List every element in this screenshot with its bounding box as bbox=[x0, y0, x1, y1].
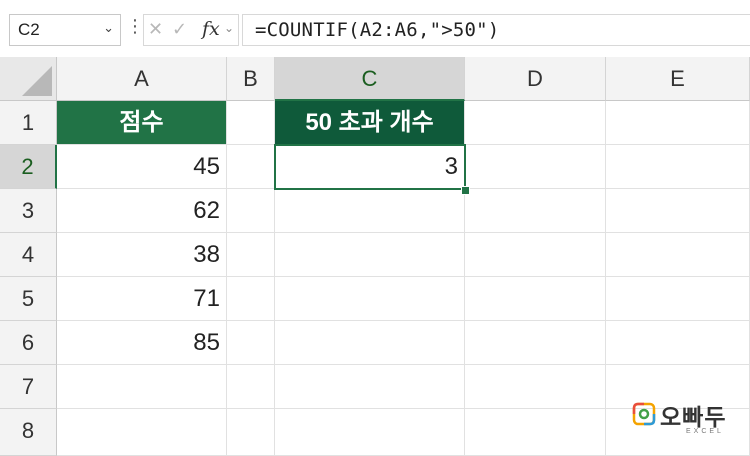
cell-a3[interactable]: 62 bbox=[57, 189, 227, 233]
cell-d7[interactable] bbox=[465, 365, 606, 409]
cell-a7[interactable] bbox=[57, 365, 227, 409]
name-box[interactable]: C2 ⌄ bbox=[9, 14, 121, 46]
insert-function-button[interactable]: fx bbox=[202, 18, 220, 40]
cell-e5[interactable] bbox=[606, 277, 750, 321]
cell-c6[interactable] bbox=[275, 321, 465, 365]
row-header-4[interactable]: 4 bbox=[0, 233, 57, 277]
formula-actions: ✕ ✓ fx ⌄ bbox=[143, 14, 239, 46]
brand-logo-icon bbox=[632, 402, 656, 426]
cell-d5[interactable] bbox=[465, 277, 606, 321]
column-header-d[interactable]: D bbox=[465, 57, 606, 101]
row-header-6[interactable]: 6 bbox=[0, 321, 57, 365]
row-header-5[interactable]: 5 bbox=[0, 277, 57, 321]
chevron-down-icon[interactable]: ⌄ bbox=[103, 21, 114, 36]
cancel-icon[interactable]: ✕ bbox=[148, 19, 163, 40]
select-all-icon bbox=[22, 66, 52, 96]
cell-e3[interactable] bbox=[606, 189, 750, 233]
cell-b2[interactable] bbox=[227, 145, 275, 189]
chevron-down-icon[interactable]: ⌄ bbox=[224, 21, 234, 35]
cell-e2[interactable] bbox=[606, 145, 750, 189]
cell-d6[interactable] bbox=[465, 321, 606, 365]
column-header-b[interactable]: B bbox=[227, 57, 275, 101]
cell-c5[interactable] bbox=[275, 277, 465, 321]
row-header-2[interactable]: 2 bbox=[0, 145, 57, 189]
cell-e1[interactable] bbox=[606, 101, 750, 145]
cell-d8[interactable] bbox=[465, 409, 606, 456]
cell-b6[interactable] bbox=[227, 321, 275, 365]
fill-handle[interactable] bbox=[461, 186, 470, 195]
cell-b8[interactable] bbox=[227, 409, 275, 456]
row-header-8[interactable]: 8 bbox=[0, 409, 57, 456]
cell-a5[interactable]: 71 bbox=[57, 277, 227, 321]
spreadsheet-grid: A B C D E 1 2 3 4 5 6 7 8 점수 50 초과 개수 45… bbox=[0, 57, 750, 456]
cell-b5[interactable] bbox=[227, 277, 275, 321]
name-box-value: C2 bbox=[18, 20, 40, 39]
cell-a8[interactable] bbox=[57, 409, 227, 456]
cell-b7[interactable] bbox=[227, 365, 275, 409]
cell-c3[interactable] bbox=[275, 189, 465, 233]
cell-a4[interactable]: 38 bbox=[57, 233, 227, 277]
brand-logo: 오빠두 EXCEL bbox=[632, 398, 742, 442]
row-header-1[interactable]: 1 bbox=[0, 101, 57, 145]
cell-a6[interactable]: 85 bbox=[57, 321, 227, 365]
formula-text: =COUNTIF(A2:A6,">50") bbox=[255, 19, 500, 41]
formula-bar: C2 ⌄ ⋮ ✕ ✓ fx ⌄ =COUNTIF(A2:A6,">50") bbox=[0, 0, 750, 57]
check-icon[interactable]: ✓ bbox=[172, 19, 187, 40]
cell-a1[interactable]: 점수 bbox=[57, 101, 227, 145]
column-header-c[interactable]: C bbox=[275, 57, 465, 101]
cell-b3[interactable] bbox=[227, 189, 275, 233]
cell-c4[interactable] bbox=[275, 233, 465, 277]
more-options-icon[interactable]: ⋮ bbox=[126, 16, 144, 37]
cell-e6[interactable] bbox=[606, 321, 750, 365]
cell-e4[interactable] bbox=[606, 233, 750, 277]
cell-a2[interactable]: 45 bbox=[57, 145, 227, 189]
cell-d4[interactable] bbox=[465, 233, 606, 277]
row-header-3[interactable]: 3 bbox=[0, 189, 57, 233]
cell-b1[interactable] bbox=[227, 101, 275, 145]
column-header-e[interactable]: E bbox=[606, 57, 750, 101]
cell-d1[interactable] bbox=[465, 101, 606, 145]
cell-c7[interactable] bbox=[275, 365, 465, 409]
column-header-a[interactable]: A bbox=[57, 57, 227, 101]
cell-c8[interactable] bbox=[275, 409, 465, 456]
brand-logo-text: 오빠두 bbox=[660, 405, 727, 431]
row-header-7[interactable]: 7 bbox=[0, 365, 57, 409]
cell-d3[interactable] bbox=[465, 189, 606, 233]
active-cell-border bbox=[274, 144, 466, 190]
cell-d2[interactable] bbox=[465, 145, 606, 189]
cell-b4[interactable] bbox=[227, 233, 275, 277]
brand-logo-subtext: EXCEL bbox=[686, 428, 724, 435]
cell-c1[interactable]: 50 초과 개수 bbox=[275, 101, 465, 145]
formula-input[interactable]: =COUNTIF(A2:A6,">50") bbox=[242, 14, 750, 46]
select-all-corner[interactable] bbox=[0, 57, 57, 101]
